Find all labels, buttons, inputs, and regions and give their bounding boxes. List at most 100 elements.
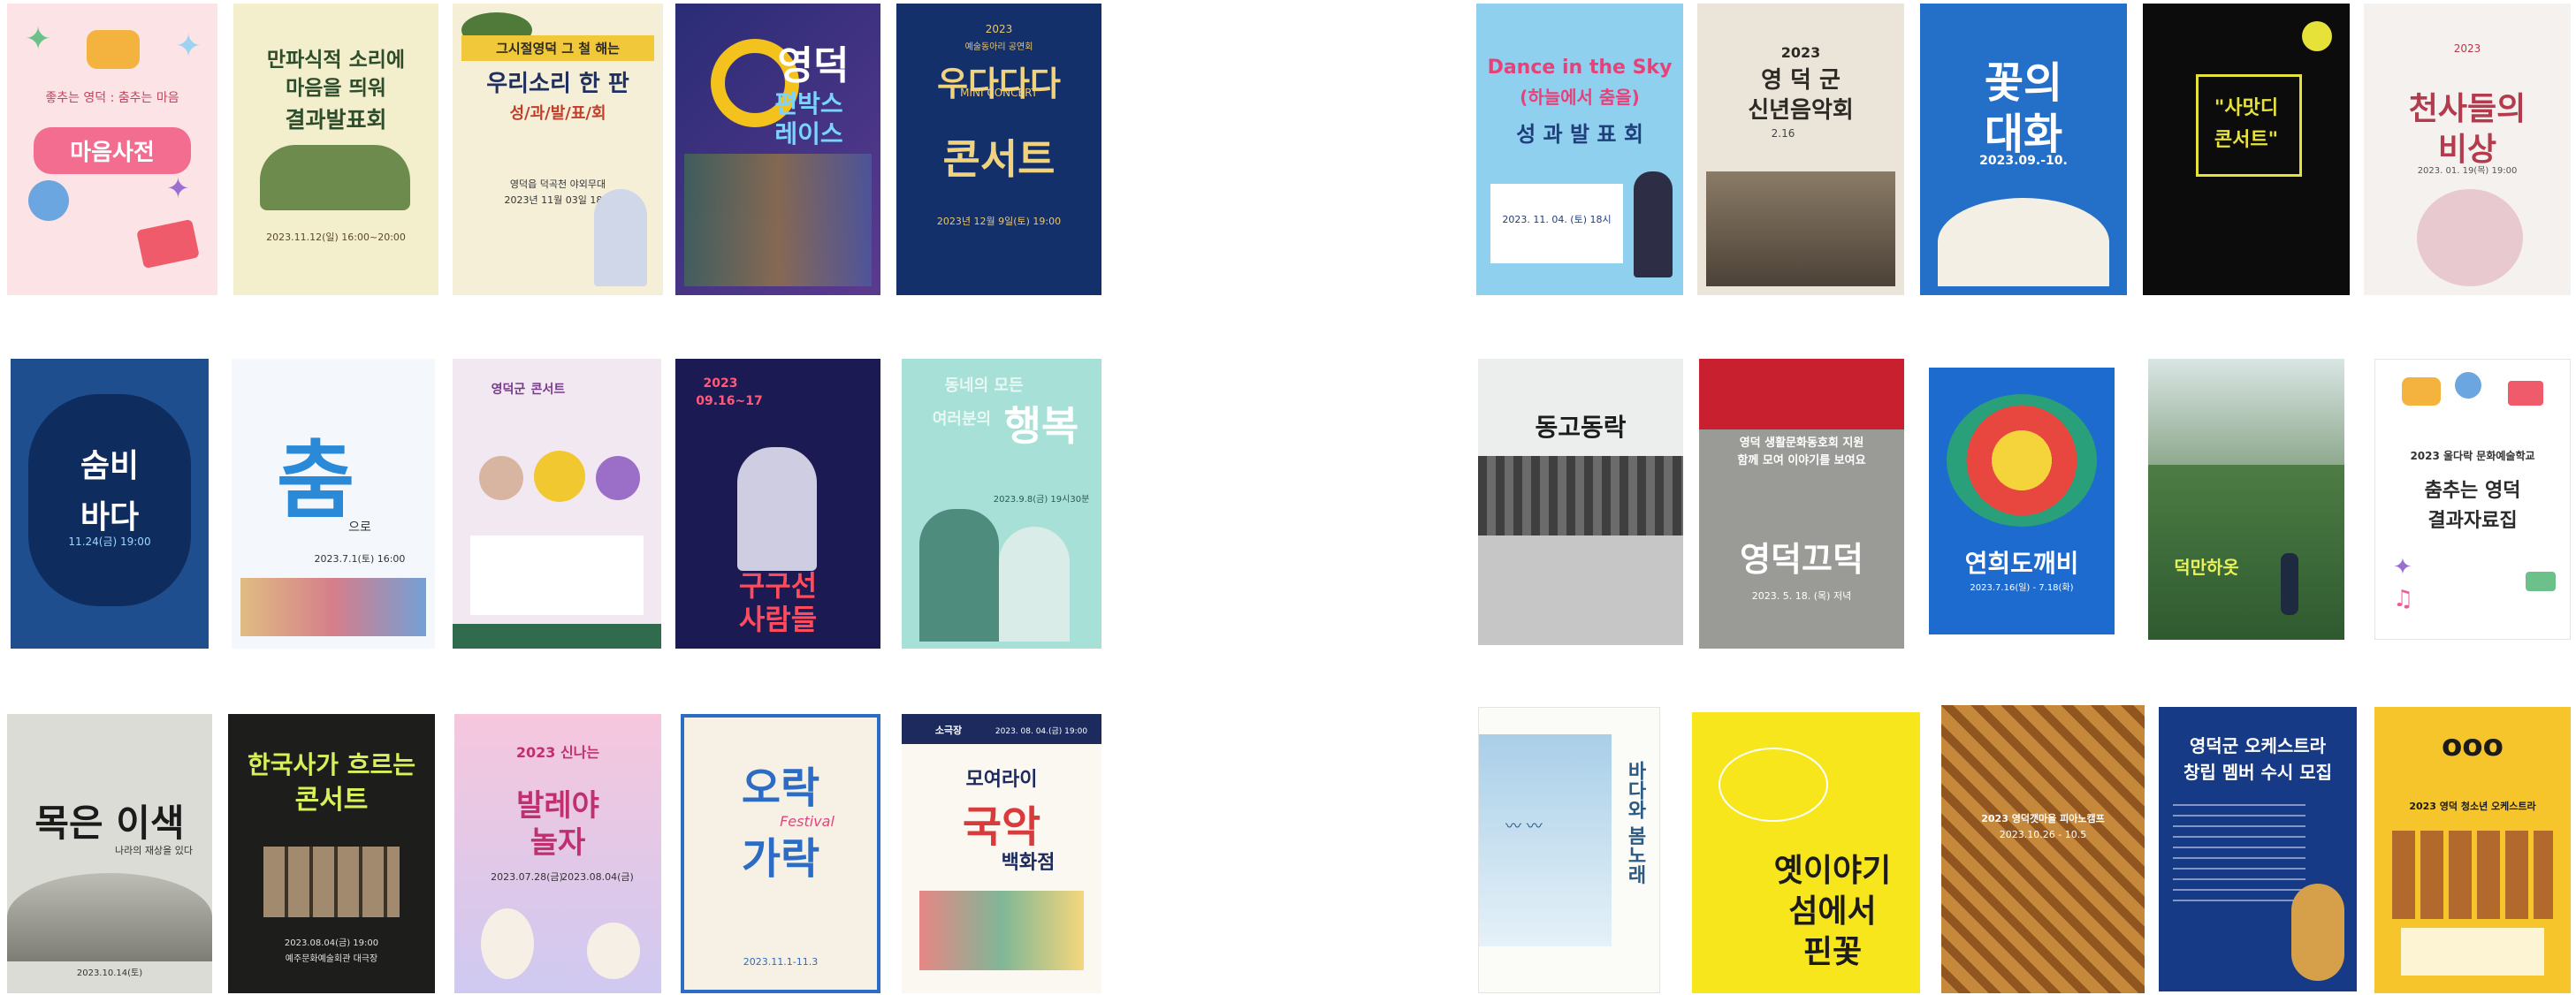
poster-date: 2023.7.16(일) - 7.18(화) bbox=[1970, 583, 2074, 593]
poster-subtitle: 2023 울다락 문화예술학교 bbox=[2410, 450, 2535, 462]
poster-title: 영덕끄덕 bbox=[1740, 540, 1863, 579]
poster-ballet-play[interactable]: 2023 신나는 발레야 놀자 2023.07.28(금) 2023.08.04… bbox=[454, 714, 661, 993]
footer-band bbox=[453, 624, 661, 649]
line-drawing bbox=[1719, 748, 1828, 822]
poster-yeonhui-dokkaebi[interactable]: 연희도깨비 2023.7.16(일) - 7.18(화) bbox=[1929, 368, 2115, 634]
ballerina-figure bbox=[481, 908, 534, 979]
info-text-block bbox=[2173, 804, 2305, 910]
poster-orak-garak[interactable]: 오락 Festival 가락 2023.11.1-11.3 bbox=[681, 714, 880, 993]
poster-title-line1: 우다다다 bbox=[937, 65, 1061, 103]
camera-icon bbox=[2402, 377, 2441, 406]
poster-title: 2023 영덕 청소년 오케스트라 bbox=[2409, 801, 2536, 812]
poster-title-line2: 대화 bbox=[1984, 110, 2063, 159]
mountain-image bbox=[2148, 359, 2344, 465]
poster-title-line2: 결과자료집 bbox=[2427, 510, 2518, 532]
poster-title-line1: 춤추는 영덕 bbox=[2424, 480, 2521, 502]
poster-title-ko: (하늘에서 춤을) bbox=[1520, 87, 1640, 108]
pine-tree-icon bbox=[260, 145, 410, 210]
poster-date: 2023년 12월 9일(토) 19:00 bbox=[936, 216, 1062, 227]
poster-samatdi-concert[interactable]: "사맛디 콘서트" bbox=[2143, 4, 2350, 295]
poster-chum-dance[interactable]: 춤 으로 2023.7.1(토) 16:00 bbox=[232, 359, 435, 649]
poster-title-line1: 모여라이 bbox=[965, 769, 1038, 791]
poster-title: 우리소리 한 판 bbox=[486, 71, 629, 97]
poster-date: 2023.09.-10. bbox=[1979, 154, 2068, 168]
poster-date: 09.16~17 bbox=[696, 394, 763, 408]
dancer-figure bbox=[2417, 189, 2523, 286]
poster-title-line1: "사맛디 bbox=[2214, 97, 2279, 119]
book-icon bbox=[2508, 381, 2543, 406]
poster-title-line2: 콘서트 bbox=[294, 785, 369, 816]
poster-urisori-hanpan[interactable]: 그시절영덕 그 철 해는 우리소리 한 판 성/과/발/표/회 영덕읍 덕곡천 … bbox=[453, 4, 663, 295]
poster-subtitle: 성 과 발 표 회 bbox=[1516, 122, 1643, 147]
poster-title: 마음사전 bbox=[34, 127, 191, 174]
poster-title: 2023 영덕갯마을 피아노캠프 bbox=[1981, 813, 2105, 824]
performers-photo bbox=[263, 847, 400, 917]
poster-date: 2023.10.26 - 10.5 bbox=[1999, 829, 2087, 840]
poster-happiness[interactable]: 동네의 모든 행복 여러분의 2023.9.8(금) 19시30분 bbox=[902, 359, 1101, 649]
poster-subtitle: 성/과/발/표/회 bbox=[509, 104, 606, 123]
poster-dance-in-the-sky[interactable]: Dance in the Sky (하늘에서 춤을) 성 과 발 표 회 202… bbox=[1476, 4, 1683, 295]
poster-donggodongrak[interactable]: 동고동락 bbox=[1478, 359, 1683, 645]
poster-youth-orchestra[interactable]: ooo 2023 영덕 청소년 오케스트라 bbox=[2374, 707, 2571, 993]
poster-date: 2023. 5. 18. (목) 저녁 bbox=[1751, 590, 1852, 602]
poster-org: 예술동아리 공연회 bbox=[964, 42, 1033, 52]
poster-maeum-sajeon[interactable]: ✦ ✦ 좋추는 영덕 : 춤추는 마음 마음사전 ✦ bbox=[7, 4, 217, 295]
poster-date: 2023. 08. 04.(금) 19:00 bbox=[995, 727, 1088, 736]
moon-icon bbox=[2302, 21, 2332, 51]
poster-orchestra-recruit[interactable]: 영덕군 오케스트라 창립 멤버 수시 모집 bbox=[2159, 707, 2357, 991]
poster-title-line2: 콘서트 bbox=[530, 383, 566, 397]
poster-gugak-department-store[interactable]: 소극장 모여라이 국악 백화점 2023. 08. 04.(금) 19:00 bbox=[902, 714, 1101, 993]
poster-title-line3: 결과발표회 bbox=[285, 107, 387, 133]
food-image bbox=[1941, 705, 2145, 993]
performer-photo bbox=[596, 456, 640, 500]
host-photo bbox=[999, 527, 1070, 642]
poster-year: 2023 bbox=[703, 376, 738, 391]
collage-image bbox=[919, 891, 1084, 970]
poster-dancing-yeongdeok-report[interactable]: 2023 울다락 문화예술학교 춤추는 영덕 결과자료집 ✦ ♫ bbox=[2374, 359, 2571, 640]
poster-tagline2: 함께 모여 이야기를 보여요 bbox=[1737, 454, 1866, 467]
poster-manpasikjeok[interactable]: 만파식적 소리에 마음을 띄워 결과발표회 2023.11.12(일) 16:0… bbox=[233, 4, 438, 295]
poster-title-line1: 오락 bbox=[741, 763, 820, 813]
poster-deokmanhaot[interactable]: 덕만하옷 bbox=[2148, 359, 2344, 640]
poster-flight-of-angels[interactable]: 2023 천사들의 비상 2023. 01. 19(목) 19:00 bbox=[2364, 4, 2571, 295]
poster-title: 동고동락 bbox=[1535, 413, 1627, 442]
poster-udadada-concert[interactable]: 2023 예술동아리 공연회 MINI CONCERT 우다다다 콘서트 202… bbox=[896, 4, 1101, 295]
poster-title-line1: 영 덕 군 bbox=[1761, 67, 1841, 94]
poster-year: 2023 bbox=[985, 23, 1013, 35]
members-photo bbox=[2392, 831, 2553, 919]
poster-old-tales-flower[interactable]: 옛이야기 섬에서 핀꽃 bbox=[1692, 712, 1920, 993]
poster-date: 2023. 11. 04. (토) 18시 bbox=[1502, 214, 1612, 225]
dancer-figure bbox=[1634, 171, 1673, 277]
poster-subtitle-top: 동네의 모든 bbox=[944, 376, 1024, 395]
music-note-icon: ♫ bbox=[2393, 586, 2414, 612]
poster-title-line2: 신년음악회 bbox=[1748, 97, 1854, 124]
poster-pyeonbak-race[interactable]: 영덕 편박스 레이스 bbox=[675, 4, 880, 295]
poster-korean-history-concert[interactable]: 한국사가 흐르는 콘서트 2023.08.04(금) 19:00 예주문화예술회… bbox=[228, 714, 435, 993]
poster-sumbi-bada[interactable]: 숨비 바다 11.24(금) 19:00 bbox=[11, 359, 209, 649]
sparkle-icon: ✦ bbox=[2393, 554, 2412, 581]
film-reel-icon bbox=[2455, 372, 2481, 399]
poster-piano-camp[interactable]: 2023 영덕갯마을 피아노캠프 2023.10.26 - 10.5 bbox=[1941, 705, 2145, 993]
poster-mokeun-isaek[interactable]: 목은 이색 나라의 재상을 있다 2023.10.14(토) bbox=[7, 714, 212, 993]
book-icon bbox=[136, 218, 200, 270]
program-list bbox=[470, 535, 644, 615]
dokkaebi-illustration bbox=[1947, 394, 2097, 527]
poster-date2: 2023.08.04(금) bbox=[561, 871, 634, 883]
poster-yeongdeok-kkeudeok[interactable]: 영덕 생활문화동호회 지원 함께 모여 이야기를 보여요 영덕끄덕 2023. … bbox=[1699, 359, 1904, 649]
poster-yeongdeok-concert[interactable]: 영덕군 콘서트 bbox=[453, 359, 661, 649]
poster-logo: ooo bbox=[2441, 728, 2504, 763]
performer-photo bbox=[479, 456, 523, 500]
poster-gugusun-people[interactable]: 2023 09.16~17 구구선 사람들 bbox=[675, 359, 880, 649]
poster-date: 2023.9.8(금) 19시30분 bbox=[993, 495, 1090, 505]
poster-subtitle: 좋추는 영덕 : 춤추는 마음 bbox=[45, 91, 179, 105]
poster-date: 11.24(금) 19:00 bbox=[68, 535, 151, 548]
poster-conversation-of-flowers[interactable]: 꽃의 대화 2023.09.-10. bbox=[1920, 4, 2127, 295]
poster-sea-spring-song[interactable]: 바다와 봄노래 〰 〰 bbox=[1478, 707, 1660, 993]
ticket-icon bbox=[2526, 572, 2556, 591]
poster-new-year-concert[interactable]: 2023 영 덕 군 신년음악회 2.16 bbox=[1697, 4, 1904, 295]
poster-date: 2.16 bbox=[1771, 127, 1795, 140]
performer-photo bbox=[534, 451, 585, 502]
poster-venue: 영덕읍 덕곡천 야외무대 bbox=[509, 178, 606, 190]
collage-image bbox=[684, 154, 872, 286]
star-icon: ✦ bbox=[25, 21, 52, 57]
